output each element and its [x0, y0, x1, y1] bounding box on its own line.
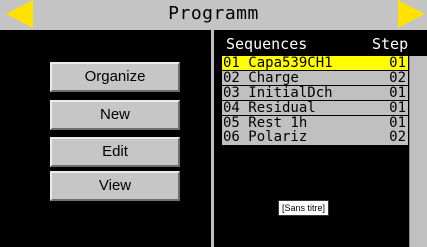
- sequence-row[interactable]: 02 Charge 02: [222, 69, 408, 86]
- step-header: Step: [372, 35, 409, 53]
- title-bar: Programm: [0, 0, 427, 30]
- sequence-label: 05 Rest 1h: [223, 114, 308, 131]
- sequence-step: 01: [389, 114, 406, 131]
- sequence-row[interactable]: 05 Rest 1h 01: [222, 114, 408, 131]
- tooltip: [Sans titre]: [278, 200, 330, 216]
- list-scrollbar[interactable]: [409, 56, 427, 247]
- organize-button[interactable]: Organize: [50, 62, 180, 92]
- sequence-row[interactable]: 03 InitialDch 01: [222, 84, 408, 101]
- sequence-label: 04 Residual: [223, 99, 316, 116]
- sequence-row[interactable]: 06 Polariz 02: [222, 129, 408, 146]
- sequence-step: 02: [389, 129, 406, 146]
- page-title: Programm: [168, 3, 259, 24]
- new-button[interactable]: New: [50, 100, 180, 130]
- sequence-label: 01 Capa539CH1: [223, 55, 333, 71]
- sequence-label: 03 InitialDch: [223, 84, 333, 101]
- sequence-step: 02: [389, 69, 406, 86]
- sequence-list: 01 Capa539CH1 01 02 Charge 02 03 Initial…: [222, 56, 408, 145]
- sequence-step: 01: [389, 84, 406, 101]
- panel-divider: [211, 30, 214, 247]
- next-arrow-icon[interactable]: [398, 0, 425, 28]
- view-button[interactable]: View: [50, 171, 180, 201]
- sequence-row[interactable]: 04 Residual 01: [222, 99, 408, 116]
- sequence-step: 01: [389, 99, 406, 116]
- sequences-header: Sequences: [226, 35, 308, 53]
- sequence-row-selected[interactable]: 01 Capa539CH1 01: [222, 55, 408, 71]
- sequence-label: 06 Polariz: [223, 129, 308, 146]
- sequence-step: 01: [389, 55, 406, 71]
- sequence-label: 02 Charge: [223, 69, 299, 86]
- edit-button[interactable]: Edit: [50, 137, 180, 167]
